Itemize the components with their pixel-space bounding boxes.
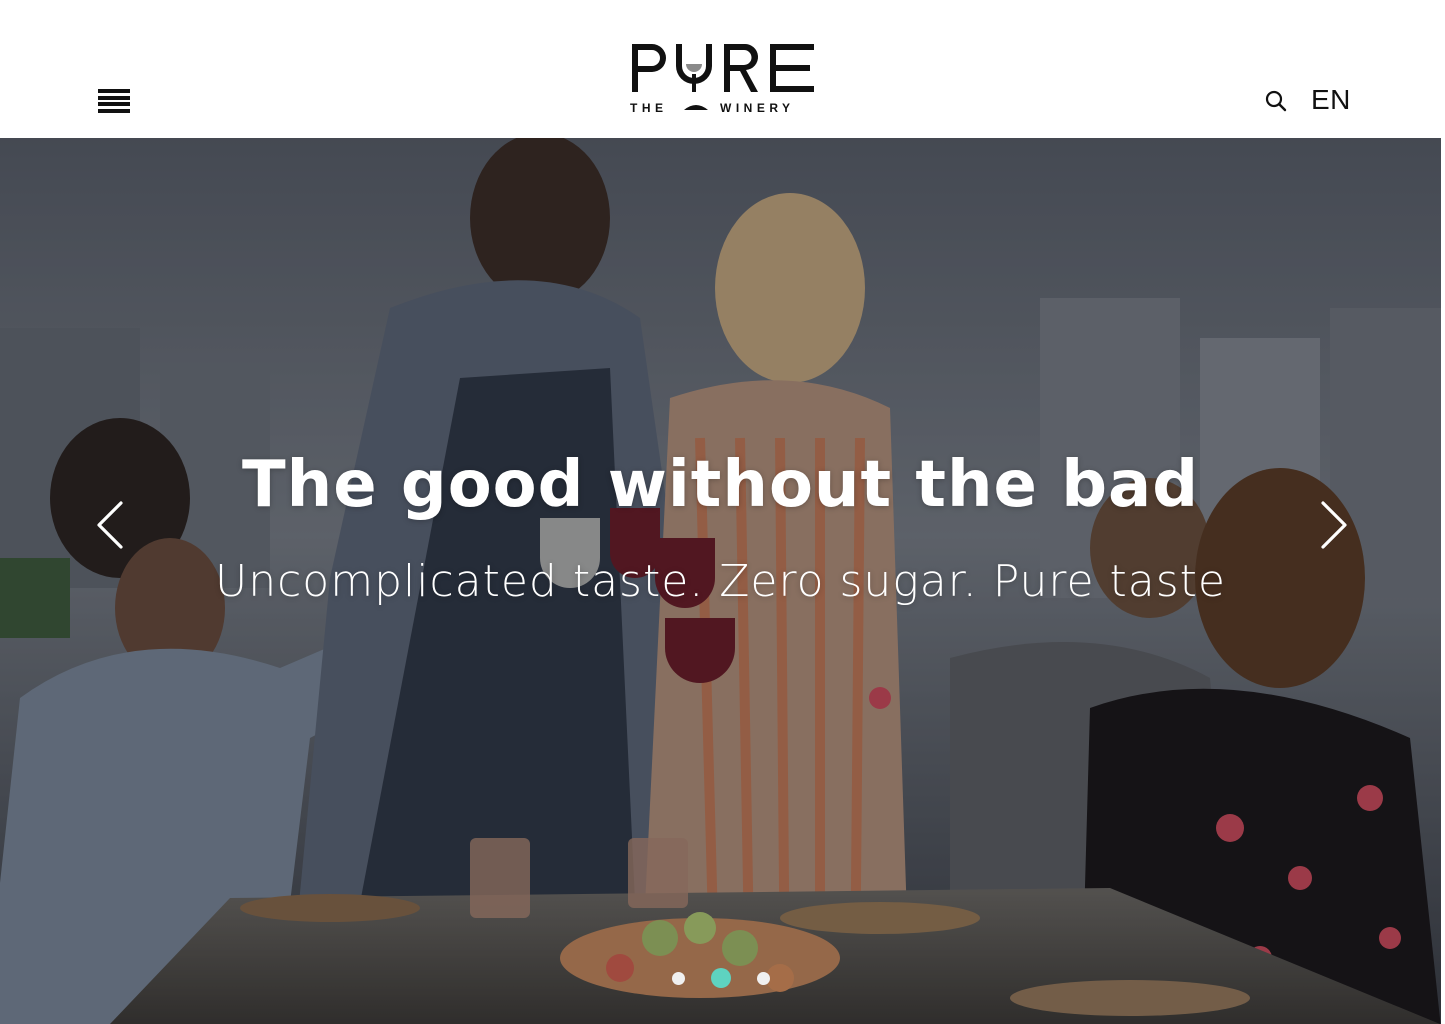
carousel-dot-3[interactable] — [756, 971, 770, 985]
hamburger-line — [98, 89, 130, 93]
hero-title: The good without the bad — [241, 448, 1200, 522]
logo-mark: THE WINERY — [630, 43, 814, 115]
chevron-right-icon[interactable] — [1317, 500, 1351, 550]
pure-winery-logo[interactable]: THE WINERY — [628, 40, 818, 116]
chevron-left-icon[interactable] — [93, 500, 127, 550]
carousel-dot-1[interactable] — [671, 971, 685, 985]
logo-subtitle-the: THE — [630, 101, 668, 115]
site-header: THE WINERY EN — [0, 0, 1445, 138]
hamburger-menu-icon[interactable] — [98, 89, 130, 113]
hamburger-line — [98, 108, 130, 113]
search-icon[interactable] — [1264, 89, 1288, 113]
hero-carousel: The good without the bad Uncomplicated t… — [0, 138, 1441, 1024]
carousel-pagination — [0, 968, 1441, 988]
language-selector[interactable]: EN — [1311, 84, 1351, 116]
carousel-dot-2-active[interactable] — [710, 968, 731, 988]
hero-subtitle: Uncomplicated taste. Zero sugar. Pure ta… — [215, 556, 1226, 607]
logo-subtitle-winery: WINERY — [720, 101, 795, 115]
hamburger-line — [98, 95, 130, 100]
hamburger-line — [98, 102, 130, 107]
